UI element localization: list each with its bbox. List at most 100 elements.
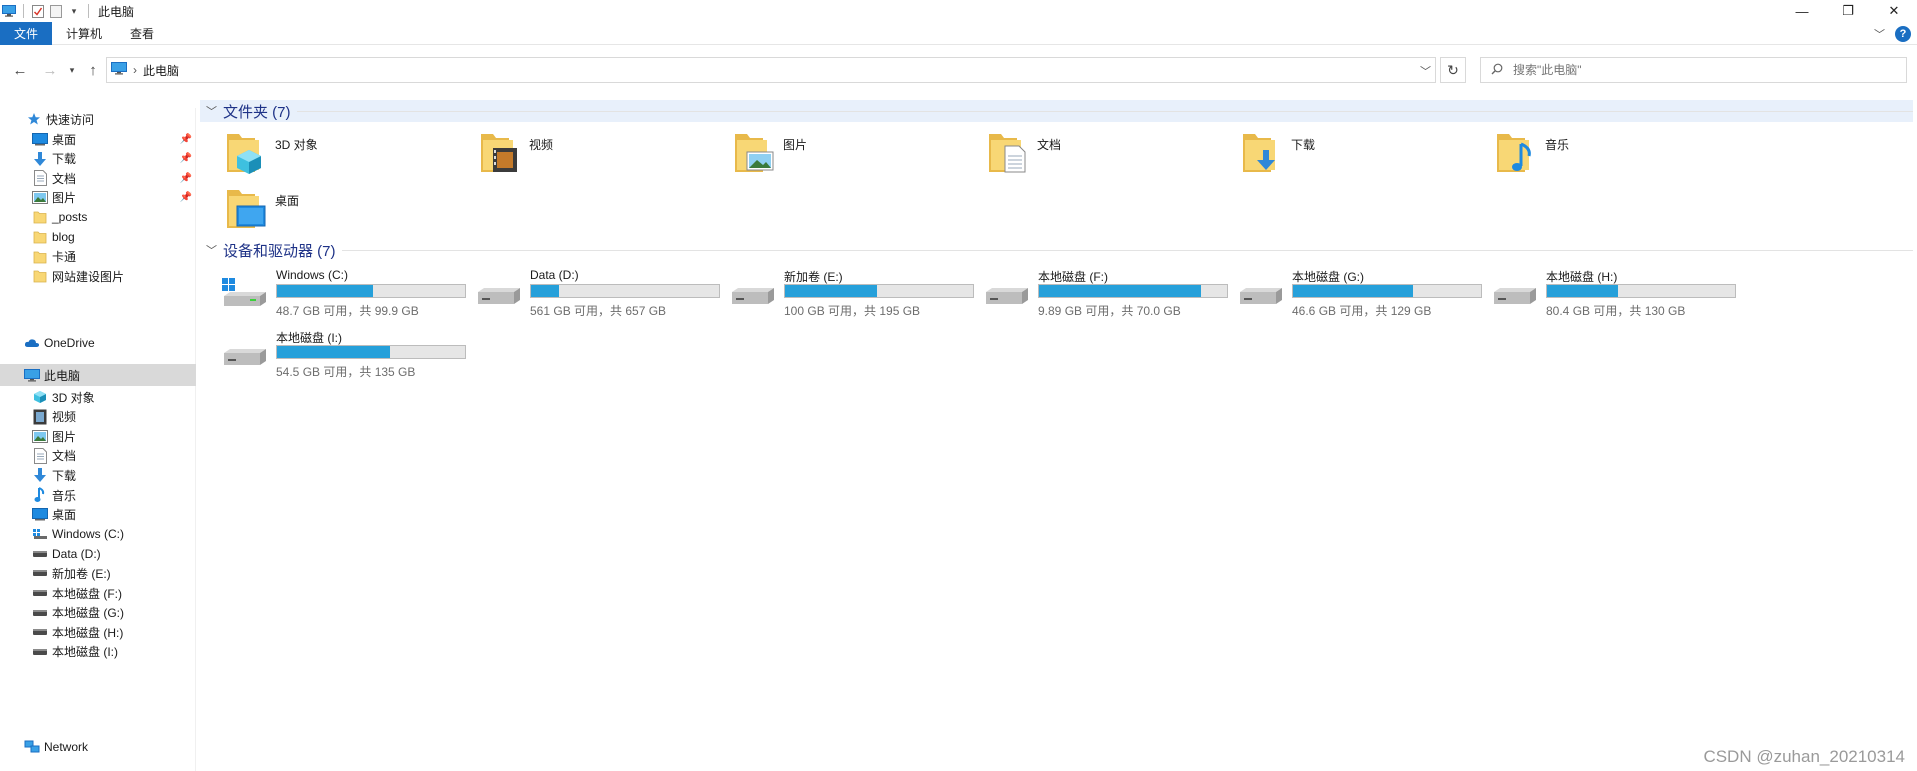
forward-button[interactable]: → bbox=[40, 60, 60, 80]
folder-name: 3D 对象 bbox=[275, 138, 318, 152]
drive-space-info: 80.4 GB 可用，共 130 GB bbox=[1546, 304, 1686, 318]
folder-name: 文档 bbox=[1037, 138, 1062, 152]
drive-icon bbox=[474, 278, 522, 308]
folder-icon bbox=[32, 209, 48, 225]
back-button[interactable]: ← bbox=[10, 60, 30, 80]
properties-icon[interactable] bbox=[31, 4, 45, 18]
drive-item[interactable]: Data (D:) 561 GB 可用，共 657 GB bbox=[474, 268, 728, 320]
nav-label: 音乐 bbox=[52, 488, 77, 503]
drive-icon bbox=[32, 585, 48, 601]
search-input[interactable] bbox=[1513, 63, 1893, 77]
capacity-bar bbox=[1038, 284, 1228, 298]
chevron-down-icon[interactable]: ﹀ bbox=[1420, 63, 1431, 79]
search-icon bbox=[1491, 63, 1503, 78]
capacity-fill bbox=[531, 285, 560, 297]
pin-icon[interactable]: 📌 bbox=[180, 173, 192, 184]
nav-label: 文档 bbox=[52, 171, 77, 186]
drive-item[interactable]: 本地磁盘 (H:) 80.4 GB 可用，共 130 GB bbox=[1490, 268, 1744, 320]
drive-space-info: 9.89 GB 可用，共 70.0 GB bbox=[1038, 304, 1181, 318]
folders-group-header[interactable]: ﹀ 文件夹 (7) bbox=[200, 100, 1913, 122]
capacity-fill bbox=[277, 285, 373, 297]
nav-label: 本地磁盘 (G:) bbox=[52, 606, 124, 621]
drive-name: 本地磁盘 (I:) bbox=[276, 331, 342, 345]
tab-view[interactable]: 查看 bbox=[116, 22, 168, 45]
title-bar: ▾ 此电脑 — ❐ ✕ bbox=[0, 0, 1917, 22]
watermark: CSDN @zuhan_20210314 bbox=[1703, 747, 1905, 766]
video-icon bbox=[479, 130, 521, 174]
nav-label: 本地磁盘 (I:) bbox=[52, 645, 118, 660]
breadcrumb-chevron-icon[interactable]: › bbox=[133, 63, 137, 77]
document-icon bbox=[32, 447, 48, 464]
pin-icon[interactable]: 📌 bbox=[180, 134, 192, 145]
customize-toolbar-icon[interactable]: ▾ bbox=[67, 4, 81, 18]
sidebar-item-quick[interactable]: 网站建设图片 bbox=[0, 265, 196, 287]
drive-space-info: 54.5 GB 可用，共 135 GB bbox=[276, 365, 416, 379]
chevron-down-icon[interactable]: ﹀ bbox=[206, 242, 217, 258]
this-pc-icon bbox=[24, 367, 40, 383]
drive-icon bbox=[32, 624, 48, 640]
address-row: ← → ▾ ↑ › 此电脑 ﹀ ↻ bbox=[0, 52, 1917, 88]
drive-icon bbox=[32, 546, 48, 562]
nav-network[interactable]: Network bbox=[0, 736, 196, 758]
recent-locations-button[interactable]: ▾ bbox=[66, 60, 78, 80]
tab-computer[interactable]: 计算机 bbox=[52, 22, 116, 45]
nav-this-pc[interactable]: 此电脑 bbox=[0, 364, 196, 386]
tab-file[interactable]: 文件 bbox=[0, 21, 53, 45]
folder-item[interactable]: 文档 bbox=[987, 130, 1237, 180]
content-pane: ﹀ 文件夹 (7) ﹀ 设备和驱动器 (7) 3D 对象 视频 图片 文档 下载 音乐桌面… bbox=[200, 100, 1917, 771]
folder-item[interactable]: 桌面 bbox=[225, 186, 475, 236]
pin-icon[interactable]: 📌 bbox=[180, 192, 192, 203]
toolbar-separator bbox=[23, 4, 24, 18]
address-bar[interactable]: › 此电脑 ﹀ bbox=[106, 57, 1436, 83]
drive-icon bbox=[1236, 278, 1284, 308]
help-icon[interactable]: ? bbox=[1895, 25, 1911, 42]
drive-icon bbox=[982, 278, 1030, 308]
refresh-button[interactable]: ↻ bbox=[1440, 57, 1466, 83]
folder-item[interactable]: 3D 对象 bbox=[225, 130, 475, 180]
window-title: 此电脑 bbox=[98, 4, 135, 19]
nav-quick-access[interactable]: 快速访问 bbox=[0, 108, 196, 130]
up-button[interactable]: ↑ bbox=[84, 60, 102, 80]
drive-item[interactable]: 新加卷 (E:) 100 GB 可用，共 195 GB bbox=[728, 268, 982, 320]
download-icon bbox=[32, 151, 48, 167]
chevron-down-icon[interactable]: ﹀ bbox=[206, 103, 217, 119]
folder-item[interactable]: 视频 bbox=[479, 130, 729, 180]
video-icon bbox=[32, 409, 48, 425]
nav-label: 本地磁盘 (H:) bbox=[52, 625, 124, 640]
close-button[interactable]: ✕ bbox=[1871, 0, 1917, 22]
drive-space-info: 46.6 GB 可用，共 129 GB bbox=[1292, 304, 1432, 318]
nav-label: 此电脑 bbox=[44, 368, 81, 383]
restore-button[interactable]: ❐ bbox=[1825, 0, 1871, 22]
drive-item[interactable]: 本地磁盘 (F:) 9.89 GB 可用，共 70.0 GB bbox=[982, 268, 1236, 320]
picture-icon bbox=[32, 190, 48, 206]
expand-ribbon-icon[interactable]: ﹀ bbox=[1874, 26, 1885, 42]
drive-item[interactable]: 本地磁盘 (G:) 46.6 GB 可用，共 129 GB bbox=[1236, 268, 1490, 320]
pin-icon[interactable]: 📌 bbox=[180, 153, 192, 164]
drive-item[interactable]: 本地磁盘 (I:) 54.5 GB 可用，共 135 GB bbox=[220, 329, 474, 381]
drives-group-header[interactable]: ﹀ 设备和驱动器 (7) bbox=[200, 239, 1913, 261]
folder-item[interactable]: 下载 bbox=[1241, 130, 1491, 180]
sidebar-item-pc[interactable]: 本地磁盘 (I:) bbox=[0, 641, 196, 663]
capacity-bar bbox=[784, 284, 974, 298]
folder-item[interactable]: 音乐 bbox=[1495, 130, 1745, 180]
nav-label: 3D 对象 bbox=[52, 390, 95, 405]
folder-icon bbox=[32, 249, 48, 265]
desktop-icon bbox=[225, 186, 267, 230]
folder-item[interactable]: 图片 bbox=[733, 130, 983, 180]
nav-label: 新加卷 (E:) bbox=[52, 566, 111, 581]
nav-label: 网站建设图片 bbox=[52, 269, 125, 284]
this-pc-icon bbox=[111, 62, 127, 78]
minimize-button[interactable]: — bbox=[1779, 0, 1825, 22]
breadcrumb[interactable]: 此电脑 bbox=[143, 62, 179, 79]
search-box[interactable] bbox=[1480, 57, 1907, 83]
folder-icon bbox=[32, 268, 48, 284]
capacity-bar bbox=[1546, 284, 1736, 298]
capacity-bar bbox=[1292, 284, 1482, 298]
drive-icon bbox=[1490, 278, 1538, 308]
capacity-fill bbox=[1293, 285, 1414, 297]
drive-item[interactable]: Windows (C:) 48.7 GB 可用，共 99.9 GB bbox=[220, 268, 474, 320]
new-folder-icon[interactable] bbox=[49, 4, 63, 18]
nav-onedrive[interactable]: OneDrive bbox=[0, 332, 196, 354]
nav-label: 视频 bbox=[52, 410, 77, 425]
document-icon bbox=[987, 130, 1029, 174]
